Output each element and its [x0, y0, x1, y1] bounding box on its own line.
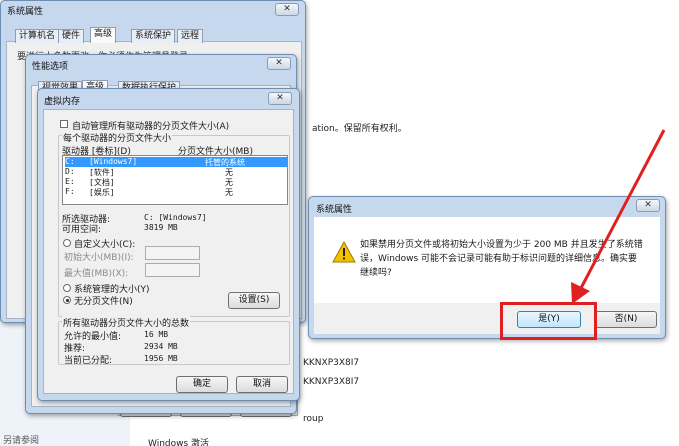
annotation-arrow	[571, 129, 666, 304]
